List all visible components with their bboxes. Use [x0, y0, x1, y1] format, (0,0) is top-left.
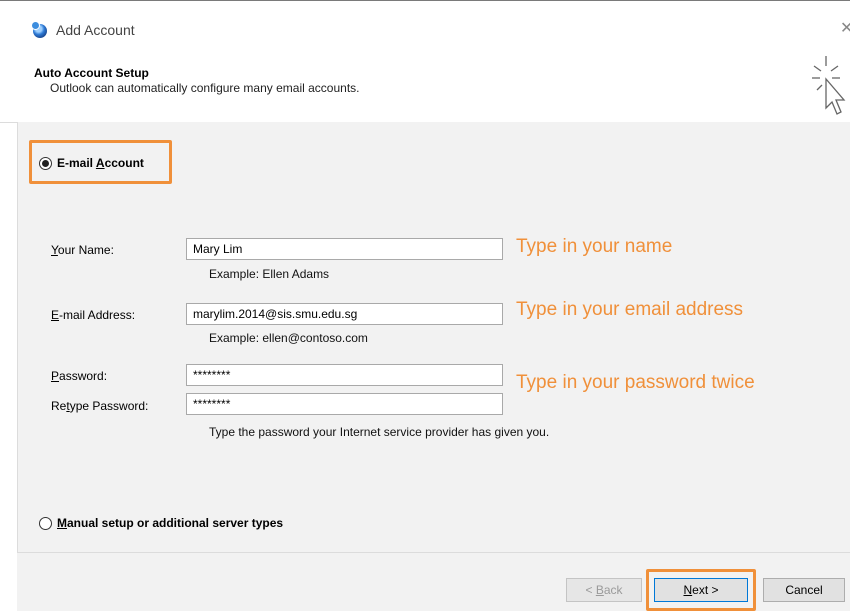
- email-address-input[interactable]: marylim.2014@sis.smu.edu.sg: [186, 303, 503, 325]
- email-account-radio[interactable]: [39, 157, 52, 170]
- name-annotation: Type in your name: [516, 236, 673, 257]
- manual-setup-radio[interactable]: [39, 517, 52, 530]
- password-annotation: Type in your password twice: [516, 372, 755, 393]
- your-name-label: Your Name:: [51, 243, 114, 257]
- name-example: Example: Ellen Adams: [209, 267, 330, 281]
- your-name-input[interactable]: Mary Lim: [186, 238, 503, 260]
- email-annotation: Type in your email address: [516, 299, 744, 320]
- password-hint: Type the password your Internet service …: [209, 425, 550, 439]
- next-button[interactable]: Next >: [654, 578, 748, 602]
- retype-password-input[interactable]: ********: [186, 393, 503, 415]
- wizard-cursor-icon: [812, 56, 846, 115]
- back-button[interactable]: < Back: [566, 578, 642, 602]
- email-example: Example: ellen@contoso.com: [209, 331, 368, 345]
- cancel-button[interactable]: Cancel: [763, 578, 845, 602]
- close-icon[interactable]: ✕: [840, 18, 850, 38]
- outlook-app-icon: [31, 21, 47, 38]
- manual-setup-label[interactable]: Manual setup or additional server types: [57, 516, 283, 530]
- password-label: Password:: [51, 369, 108, 383]
- page-subtitle: Outlook can automatically configure many…: [50, 81, 360, 95]
- window-title: Add Account: [56, 22, 135, 38]
- content-panel: [17, 122, 850, 552]
- page-title: Auto Account Setup: [34, 66, 149, 80]
- panel-divider: [17, 122, 18, 611]
- retype-password-label: Retype Password:: [51, 399, 149, 413]
- email-address-label: E-mail Address:: [51, 308, 136, 322]
- password-input[interactable]: ********: [186, 364, 503, 386]
- email-account-label[interactable]: E-mail Account: [57, 156, 144, 170]
